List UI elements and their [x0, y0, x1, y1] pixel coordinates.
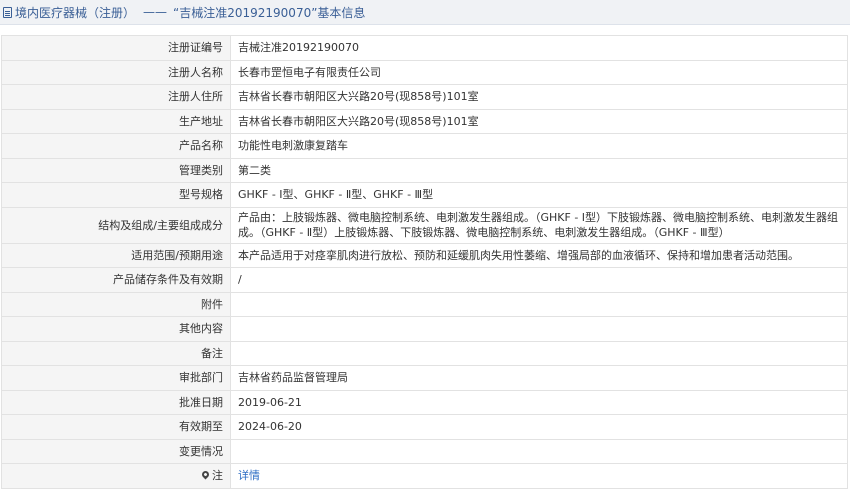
table-row: 管理类别 第二类: [1, 157, 848, 183]
map-pin-icon: [200, 469, 211, 480]
table-row: 备注: [1, 340, 848, 366]
table-row: 生产地址 吉林省长春市朝阳区大兴路20号(现858号)101室: [1, 108, 848, 134]
details-link[interactable]: 详情: [238, 469, 260, 482]
table-row: 批准日期 2019-06-21: [1, 389, 848, 415]
table-row: 产品名称 功能性电刺激康复踏车: [1, 133, 848, 159]
row-label: 变更情况: [1, 438, 231, 464]
row-label: 型号规格: [1, 182, 231, 208]
row-value: 吉林省长春市朝阳区大兴路20号(现858号)101室: [230, 84, 848, 110]
row-value: GHKF - Ⅰ型、GHKF - Ⅱ型、GHKF - Ⅲ型: [230, 182, 848, 208]
row-value: 2019-06-21: [230, 389, 848, 415]
table-row: 审批部门 吉林省药品监督管理局: [1, 365, 848, 391]
row-label: 产品储存条件及有效期: [1, 267, 231, 293]
row-label: 结构及组成/主要组成成分: [1, 206, 231, 244]
row-value: 吉林省长春市朝阳区大兴路20号(现858号)101室: [230, 108, 848, 134]
row-value: 产品由：上肢锻炼器、微电脑控制系统、电刺激发生器组成。（GHKF - Ⅰ型）下肢…: [230, 206, 848, 244]
row-label: 注册人住所: [1, 84, 231, 110]
row-label: 审批部门: [1, 365, 231, 391]
table-row: 其他内容: [1, 316, 848, 342]
table-row: 注册人住所 吉林省长春市朝阳区大兴路20号(现858号)101室: [1, 84, 848, 110]
table-row: 产品储存条件及有效期 /: [1, 267, 848, 293]
row-label: 生产地址: [1, 108, 231, 134]
row-label: 批准日期: [1, 389, 231, 415]
note-label: 注: [212, 469, 223, 483]
table-row: 注册人名称 长春市罡恒电子有限责任公司: [1, 59, 848, 85]
row-value: /: [230, 267, 848, 293]
row-label: 备注: [1, 340, 231, 366]
row-value: [230, 438, 848, 464]
row-value: 长春市罡恒电子有限责任公司: [230, 59, 848, 85]
row-label: 产品名称: [1, 133, 231, 159]
document-icon: [3, 6, 12, 18]
row-value: 吉械注准20192190070: [230, 35, 848, 61]
row-label: 适用范围/预期用途: [1, 242, 231, 268]
header-subtitle: “吉械注准20192190070”基本信息: [173, 5, 366, 20]
row-label: 注册证编号: [1, 35, 231, 61]
header-separator: ——: [143, 5, 168, 19]
row-label-note: 注: [1, 463, 231, 489]
info-table-container: 注册证编号 吉械注准20192190070 注册人名称 长春市罡恒电子有限责任公…: [1, 35, 848, 489]
row-value: 详情: [230, 463, 848, 489]
row-label: 附件: [1, 291, 231, 317]
table-row: 适用范围/预期用途 本产品适用于对痉挛肌肉进行放松、预防和延缓肌肉失用性萎缩、增…: [1, 242, 848, 268]
row-value: 功能性电刺激康复踏车: [230, 133, 848, 159]
table-row: 结构及组成/主要组成成分 产品由：上肢锻炼器、微电脑控制系统、电刺激发生器组成。…: [1, 206, 848, 244]
row-label: 其他内容: [1, 316, 231, 342]
row-value: 本产品适用于对痉挛肌肉进行放松、预防和延缓肌肉失用性萎缩、增强局部的血液循环、保…: [230, 242, 848, 268]
row-value: [230, 291, 848, 317]
table-row: 附件: [1, 291, 848, 317]
row-value: 吉林省药品监督管理局: [230, 365, 848, 391]
row-label: 注册人名称: [1, 59, 231, 85]
row-value: 2024-06-20: [230, 414, 848, 440]
table-row: 注册证编号 吉械注准20192190070: [1, 35, 848, 61]
info-table: 注册证编号 吉械注准20192190070 注册人名称 长春市罡恒电子有限责任公…: [1, 35, 848, 489]
row-value: [230, 316, 848, 342]
table-row: 变更情况: [1, 438, 848, 464]
table-row: 注 详情: [1, 463, 848, 489]
page-header: 境内医疗器械（注册） —— “吉械注准20192190070”基本信息: [0, 0, 850, 25]
row-label: 有效期至: [1, 414, 231, 440]
header-title: 境内医疗器械（注册）: [15, 5, 136, 20]
row-label: 管理类别: [1, 157, 231, 183]
row-value: 第二类: [230, 157, 848, 183]
table-row: 有效期至 2024-06-20: [1, 414, 848, 440]
table-row: 型号规格 GHKF - Ⅰ型、GHKF - Ⅱ型、GHKF - Ⅲ型: [1, 182, 848, 208]
row-value: [230, 340, 848, 366]
